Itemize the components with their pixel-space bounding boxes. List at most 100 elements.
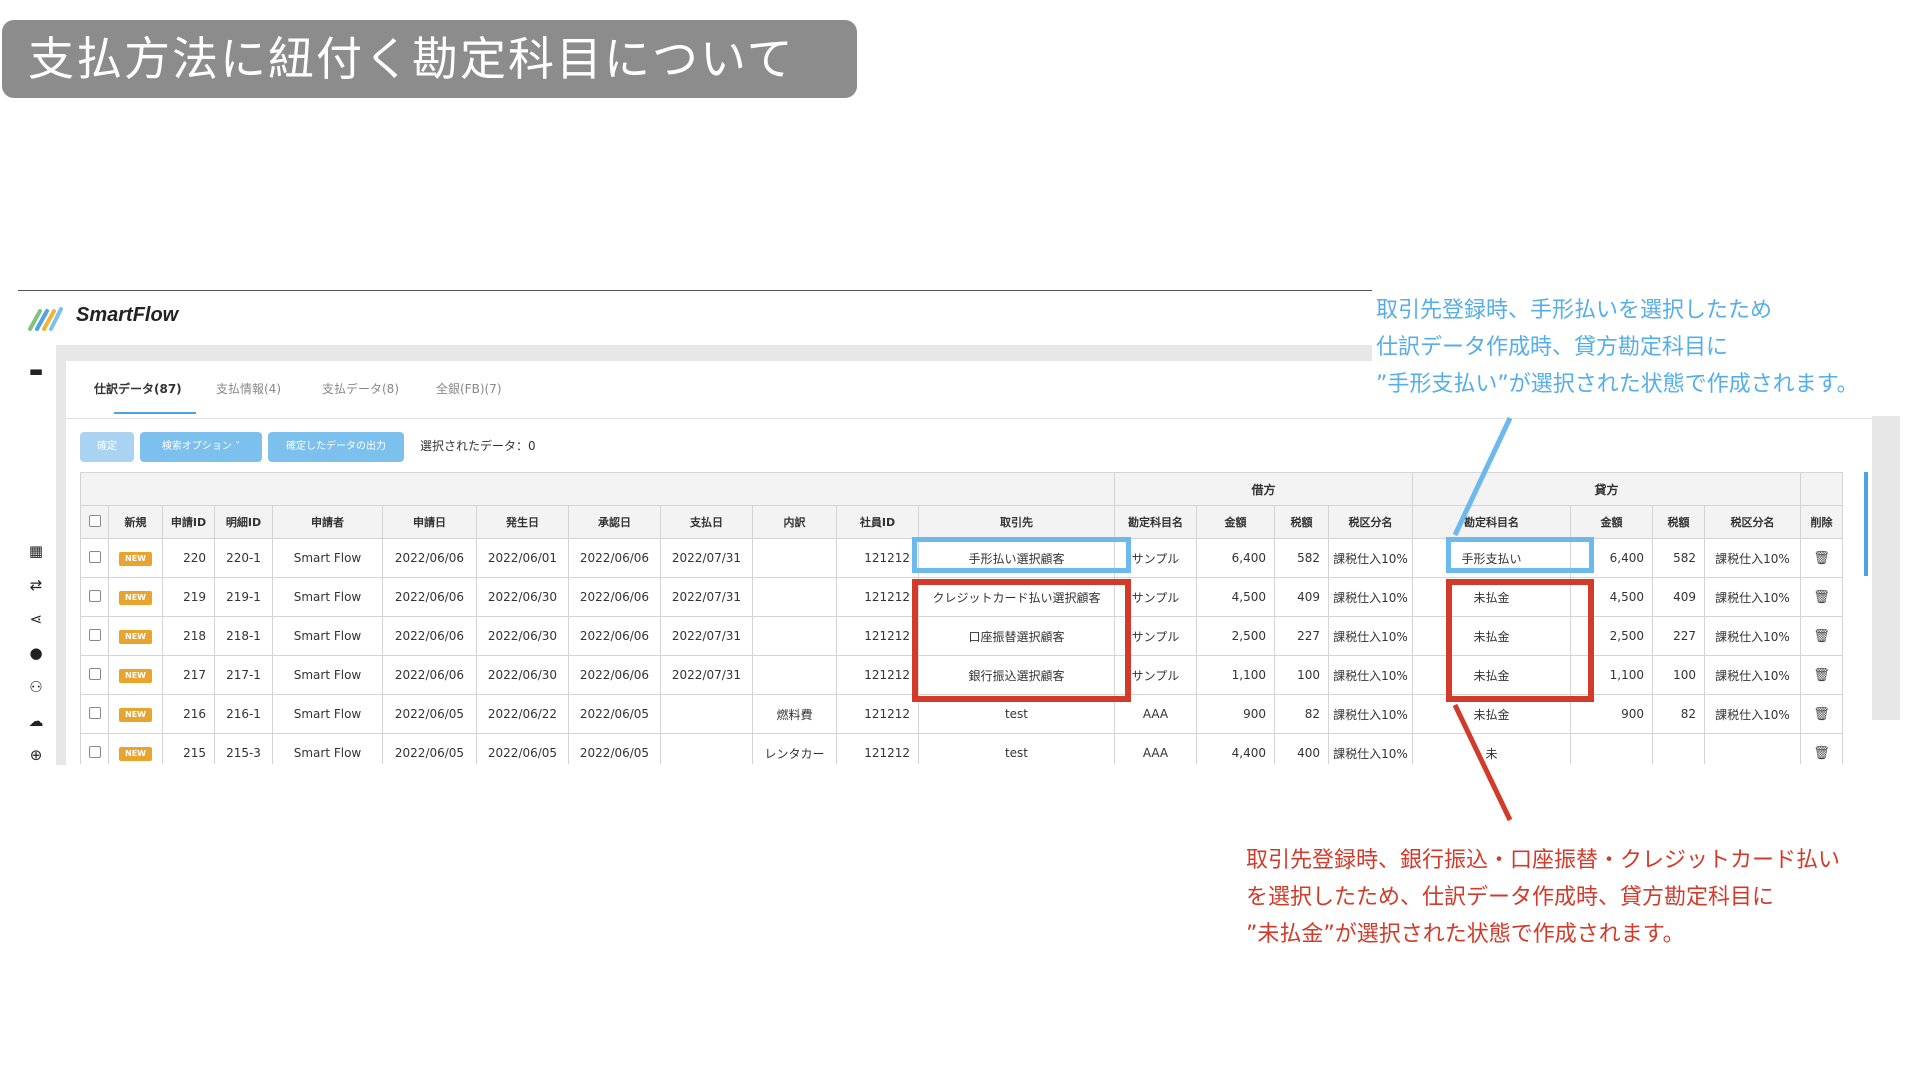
- cell-applied: 2022/06/06: [382, 655, 477, 695]
- trash-icon[interactable]: 🗑: [1813, 590, 1830, 605]
- grid-icon[interactable]: ▦: [26, 541, 46, 561]
- trash-icon[interactable]: 🗑: [1813, 746, 1830, 761]
- cell-dr-taxclass: 課税仕入10%: [1328, 733, 1413, 764]
- delete-cell[interactable]: 🗑: [1800, 694, 1843, 734]
- new-badge: NEW: [119, 630, 152, 644]
- delete-cell[interactable]: 🗑: [1800, 616, 1843, 656]
- cell-breakdown: [752, 655, 837, 695]
- search-options-button[interactable]: 検索オプション ˅: [140, 432, 262, 462]
- column-header-debit-tax: 税額: [1274, 505, 1329, 539]
- trash-icon[interactable]: 🗑: [1813, 629, 1830, 644]
- row-checkbox[interactable]: [88, 667, 101, 680]
- cell-id: 217: [162, 655, 215, 695]
- new-badge-cell: NEW: [108, 694, 163, 734]
- cell-occurred: 2022/06/05: [476, 733, 569, 764]
- cell-occurred: 2022/06/30: [476, 577, 569, 617]
- cell-cr-amount: [1570, 733, 1653, 764]
- cell-cr-tax: 82: [1652, 694, 1705, 734]
- column-header-credit-tax-class: 税区分名: [1704, 505, 1801, 539]
- wallet-icon[interactable]: ▬: [26, 361, 46, 381]
- delete-cell[interactable]: 🗑: [1800, 538, 1843, 578]
- tabs-divider: [66, 418, 1872, 419]
- column-header-application-id: 申請ID: [162, 505, 215, 539]
- tab-payment-info[interactable]: 支払情報(4): [216, 380, 281, 397]
- group-header-blank: [1800, 472, 1843, 506]
- cell-id: 215: [162, 733, 215, 764]
- delete-cell[interactable]: 🗑: [1800, 733, 1843, 764]
- cell-occurred: 2022/06/30: [476, 616, 569, 656]
- cell-applied: 2022/06/06: [382, 616, 477, 656]
- cell-detail: 218-1: [214, 616, 273, 656]
- group-header-row: 借方 貸方: [80, 472, 1843, 506]
- delete-cell[interactable]: 🗑: [1800, 577, 1843, 617]
- table-scrollbar[interactable]: [1864, 472, 1868, 576]
- trash-icon[interactable]: 🗑: [1813, 668, 1830, 683]
- column-header-applied-date: 申請日: [382, 505, 477, 539]
- select-all-checkbox[interactable]: [88, 514, 101, 527]
- column-header-new: 新規: [108, 505, 163, 539]
- new-badge-cell: NEW: [108, 655, 163, 695]
- column-header-applicant: 申請者: [272, 505, 383, 539]
- row-checkbox[interactable]: [88, 628, 101, 641]
- column-header-vendor: 取引先: [918, 505, 1115, 539]
- cell-id: 220: [162, 538, 215, 578]
- trash-icon[interactable]: 🗑: [1813, 707, 1830, 722]
- cloud-upload-icon[interactable]: ☁: [26, 711, 46, 731]
- row-checkbox[interactable]: [88, 706, 101, 719]
- credit-group-header: 貸方: [1412, 472, 1801, 506]
- red-callout: 取引先登録時、銀行振込・口座振替・クレジットカード払い を選択したため、仕訳デー…: [1246, 842, 1840, 953]
- cell-dr-tax: 582: [1274, 538, 1329, 578]
- column-header-approved-date: 承認日: [568, 505, 661, 539]
- cell-detail: 219-1: [214, 577, 273, 617]
- row-checkbox-cell[interactable]: [80, 616, 109, 656]
- cell-dr-amount: 2,500: [1196, 616, 1275, 656]
- cell-paid: 2022/07/31: [660, 538, 753, 578]
- row-checkbox-cell[interactable]: [80, 655, 109, 695]
- trash-icon[interactable]: 🗑: [1813, 551, 1830, 566]
- user-icon[interactable]: ●: [26, 643, 46, 663]
- tab-payment-data[interactable]: 支払データ(8): [322, 380, 399, 397]
- cell-dr-tax: 409: [1274, 577, 1329, 617]
- red-callout-line-1: 取引先登録時、銀行振込・口座振替・クレジットカード払い: [1246, 848, 1841, 873]
- cell-cr-taxclass: 課税仕入10%: [1704, 616, 1801, 656]
- cell-breakdown: [752, 577, 837, 617]
- users-icon[interactable]: ⚇: [26, 677, 46, 697]
- share-icon[interactable]: ⋖: [26, 609, 46, 629]
- row-checkbox[interactable]: [88, 589, 101, 602]
- cell-dr-tax: 400: [1274, 733, 1329, 764]
- tab-zengin-fb[interactable]: 全銀(FB)(7): [436, 380, 502, 397]
- confirm-button[interactable]: 確定: [80, 432, 134, 462]
- cell-dr-account: AAA: [1114, 733, 1197, 764]
- cell-employee: 121212: [836, 694, 919, 734]
- cell-dr-taxclass: 課税仕入10%: [1328, 538, 1413, 578]
- cell-approved: 2022/06/06: [568, 577, 661, 617]
- row-checkbox-cell[interactable]: [80, 694, 109, 734]
- row-checkbox-cell[interactable]: [80, 733, 109, 764]
- cell-dr-amount: 6,400: [1196, 538, 1275, 578]
- table-row[interactable]: NEW 215 215-3 Smart Flow 2022/06/05 2022/06/0…: [80, 733, 1843, 764]
- cell-applicant: Smart Flow: [272, 694, 383, 734]
- highlight-credit-promissory: [1446, 537, 1594, 573]
- cell-applicant: Smart Flow: [272, 538, 383, 578]
- cell-cr-tax: [1652, 733, 1705, 764]
- column-header-select-all[interactable]: [80, 505, 109, 539]
- cell-dr-taxclass: 課税仕入10%: [1328, 616, 1413, 656]
- cell-dr-amount: 4,500: [1196, 577, 1275, 617]
- cell-cr-taxclass: [1704, 733, 1801, 764]
- column-header-debit-amount: 金額: [1196, 505, 1275, 539]
- slide-title: 支払方法に紐付く勘定科目について: [2, 20, 857, 98]
- cell-approved: 2022/06/06: [568, 538, 661, 578]
- flow-icon[interactable]: ⇄: [26, 575, 46, 595]
- row-checkbox-cell[interactable]: [80, 577, 109, 617]
- export-confirmed-button[interactable]: 確定したデータの出力: [268, 432, 404, 462]
- cell-occurred: 2022/06/30: [476, 655, 569, 695]
- row-checkbox[interactable]: [88, 745, 101, 758]
- tab-journal-data[interactable]: 仕訳データ(87): [94, 380, 182, 397]
- row-checkbox[interactable]: [88, 550, 101, 563]
- cell-dr-tax: 82: [1274, 694, 1329, 734]
- row-checkbox-cell[interactable]: [80, 538, 109, 578]
- column-header-credit-amount: 金額: [1570, 505, 1653, 539]
- globe-icon[interactable]: ⊕: [26, 745, 46, 765]
- delete-cell[interactable]: 🗑: [1800, 655, 1843, 695]
- highlight-vendor-promissory: [912, 537, 1131, 573]
